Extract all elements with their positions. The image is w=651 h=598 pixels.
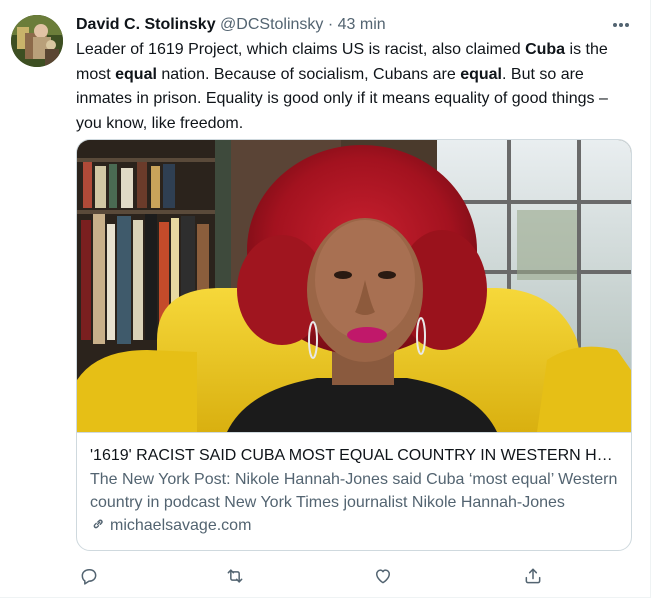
avatar[interactable] <box>11 15 63 67</box>
link-icon <box>90 516 106 537</box>
card-title[interactable]: '1619' RACIST SAID CUBA MOST EQUAL COUNT… <box>90 445 620 467</box>
card-domain-row: michaelsavage.com <box>90 515 251 537</box>
card-description: The New York Post: Nikole Hannah-Jones s… <box>90 471 618 511</box>
tweet-text-segment: nation. Because of socialism, Cubans are <box>156 65 461 83</box>
header-separator: · <box>327 16 334 33</box>
timestamp[interactable]: 43 min <box>338 16 386 33</box>
tweet-text-bold: equal <box>115 65 157 83</box>
like-icon[interactable] <box>370 563 396 589</box>
retweet-icon[interactable] <box>222 563 248 589</box>
tweet-text: Leader of 1619 Project, which claims US … <box>76 38 632 136</box>
card-image <box>77 140 631 432</box>
card-domain: michaelsavage.com <box>110 517 252 534</box>
tweet-text-bold: equal <box>460 65 502 83</box>
tweet-header: David C. Stolinsky @DCStolinsky · 43 min <box>76 14 631 36</box>
tweet-text-segment: Leader of 1619 Project, which claims US … <box>76 41 526 58</box>
link-card[interactable]: '1619' RACIST SAID CUBA MOST EQUAL COUNT… <box>76 139 632 551</box>
reply-icon[interactable] <box>76 563 102 589</box>
share-icon[interactable] <box>520 563 546 589</box>
tweet-actions <box>76 563 556 589</box>
author-name[interactable]: David C. Stolinsky <box>76 16 216 33</box>
more-icon[interactable] <box>609 14 633 36</box>
tweet-text-bold: Cuba <box>525 41 566 58</box>
card-separator <box>77 432 631 433</box>
author-handle[interactable]: @DCStolinsky <box>220 16 323 33</box>
avatar-image <box>11 15 63 67</box>
